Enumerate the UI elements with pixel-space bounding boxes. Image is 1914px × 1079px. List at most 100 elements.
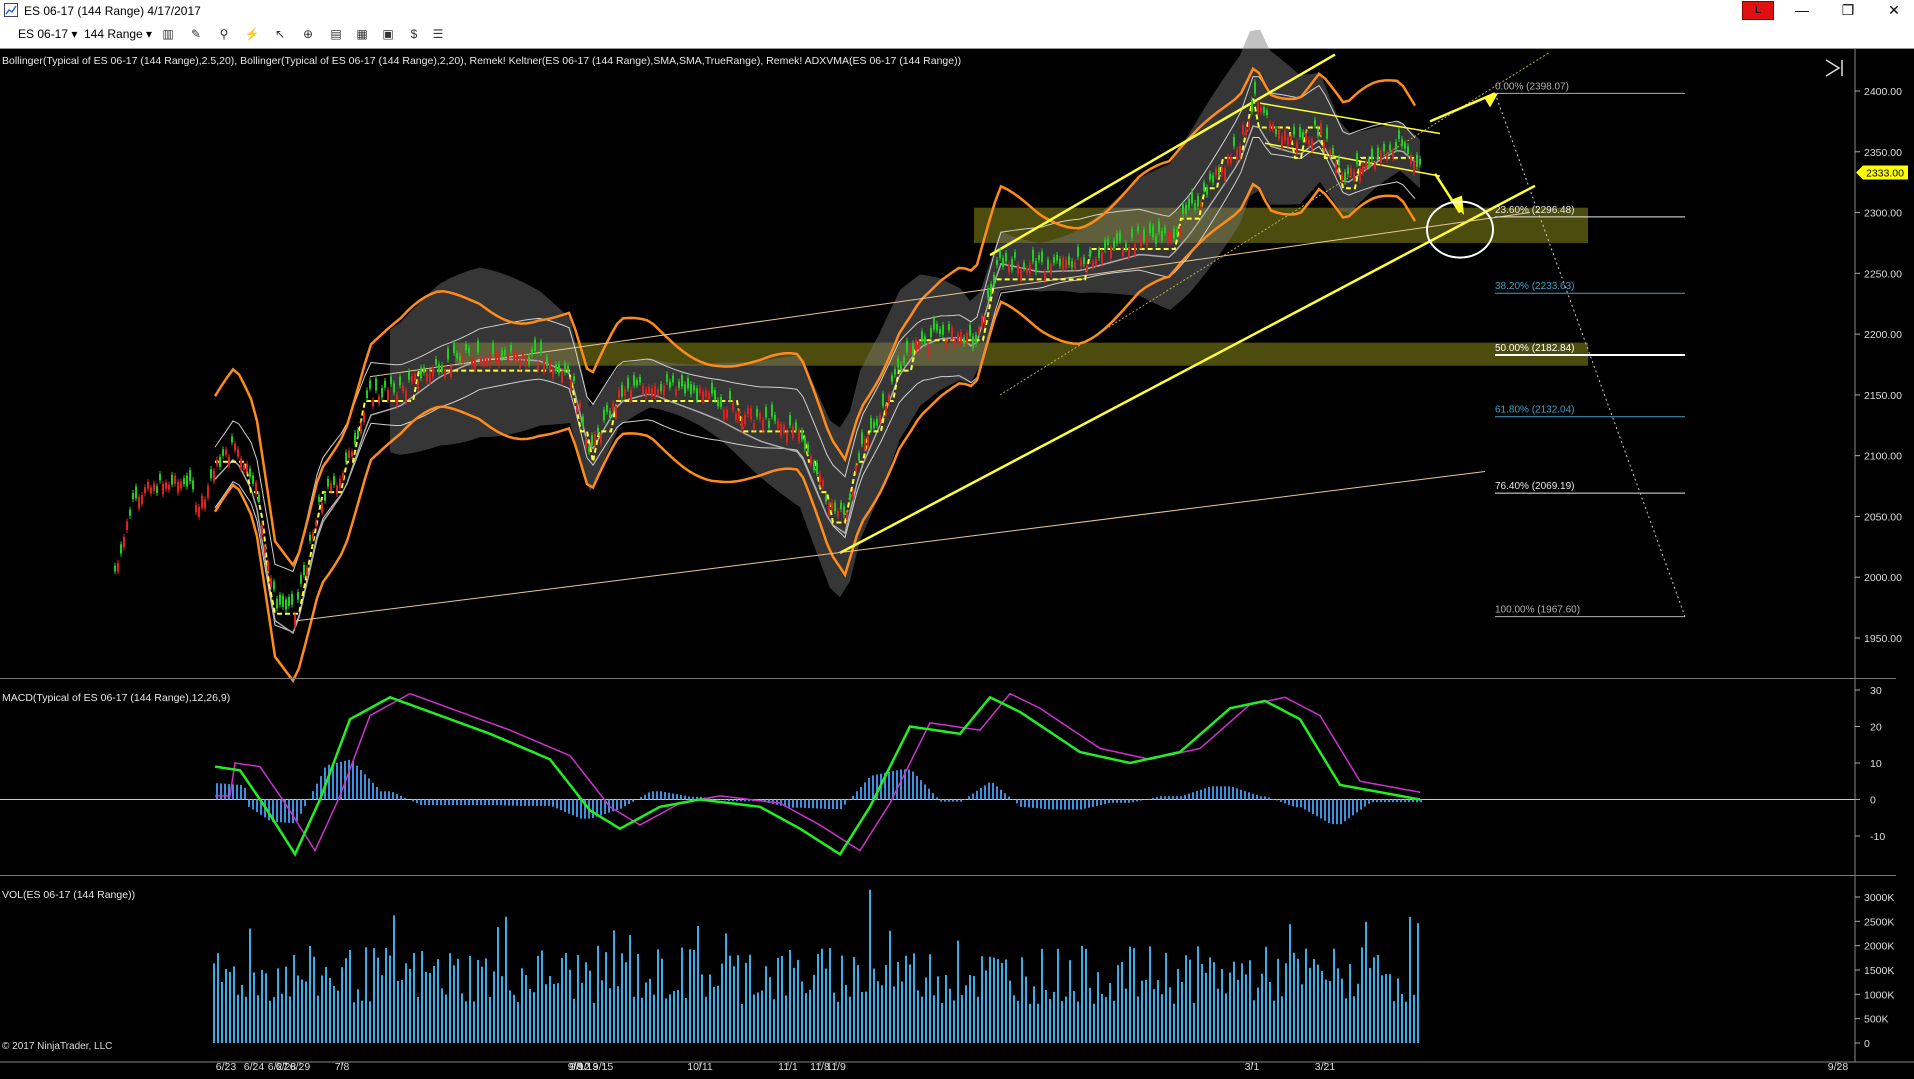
macd-histogram-bar (508, 799, 510, 806)
macd-histogram-bar (936, 797, 938, 800)
volume-bar (361, 1000, 363, 1043)
volume-bar (233, 966, 235, 1043)
candle (513, 352, 515, 361)
volume-bar (805, 993, 807, 1043)
candle (282, 595, 284, 608)
candle (1038, 255, 1040, 261)
volume-bar (273, 997, 275, 1043)
volume-bar (1221, 969, 1223, 1043)
candle (216, 459, 218, 465)
candle (285, 599, 287, 610)
volume-bar (1145, 980, 1147, 1043)
volume-bar (473, 1001, 475, 1043)
macd-histogram-bar (1324, 799, 1326, 821)
volume-bar (553, 983, 555, 1043)
macd-histogram-bar (1296, 799, 1298, 808)
volume-bar (1217, 988, 1219, 1043)
volume-bar (773, 999, 775, 1043)
candle (717, 400, 719, 407)
volume-bar (1165, 952, 1167, 1043)
scroll-to-end-icon[interactable] (1823, 58, 1845, 78)
macd-histogram-bar (1184, 794, 1186, 800)
macd-histogram-bar (788, 799, 790, 808)
candle (756, 408, 758, 417)
candle (1392, 150, 1394, 159)
volume-bar (881, 985, 883, 1043)
volume-bar (1309, 967, 1311, 1043)
volume-bar (341, 967, 343, 1043)
macd-histogram-bar (976, 790, 978, 800)
candle (306, 567, 308, 576)
macd-histogram-bar (376, 787, 378, 800)
macd-histogram-bar (1008, 796, 1010, 800)
macd-histogram-bar (1232, 787, 1234, 800)
candle (495, 351, 497, 362)
volume-tick-label: 1500K (1864, 965, 1894, 977)
candle (141, 494, 143, 504)
volume-bar (617, 986, 619, 1043)
volume-bar (401, 979, 403, 1043)
panel-divider[interactable] (0, 875, 1896, 876)
candle (1233, 136, 1235, 147)
candle (1071, 261, 1073, 268)
volume-bar (825, 968, 827, 1043)
volume-bar (1209, 957, 1211, 1043)
candle (450, 366, 452, 378)
price-tick-label: 2300.00 (1864, 208, 1902, 220)
candle (1008, 264, 1010, 273)
panel-divider[interactable] (0, 678, 1896, 679)
candle (1263, 107, 1265, 113)
volume-tick-label: 2000K (1864, 941, 1894, 953)
macd-histogram-bar (328, 764, 330, 800)
candle (840, 502, 842, 510)
macd-histogram-bar (568, 799, 570, 814)
candle (732, 403, 734, 411)
macd-histogram-bar (228, 784, 230, 800)
volume-bar (1161, 994, 1163, 1043)
volume-bar (1149, 946, 1151, 1043)
volume-bar (1389, 974, 1391, 1043)
macd-histogram-bar (836, 799, 838, 810)
candle (546, 357, 548, 367)
macd-histogram-bar (660, 791, 662, 800)
macd-histogram-bar (924, 784, 926, 800)
candle (735, 413, 737, 420)
volume-bar (365, 947, 367, 1043)
candle (540, 341, 542, 353)
volume-bar (477, 959, 479, 1043)
candle (1353, 171, 1355, 180)
volume-bar (1241, 963, 1243, 1043)
candle (1398, 130, 1400, 140)
candle (1308, 139, 1310, 145)
candle (399, 376, 401, 386)
volume-bar (289, 996, 291, 1043)
macd-histogram-bar (920, 780, 922, 800)
volume-bar (1197, 946, 1199, 1043)
volume-bar (669, 994, 671, 1043)
price-chart[interactable]: 0.00% (2398.07) 23.60% (2296.48) 38.20% (2… (0, 0, 1914, 1079)
candle (843, 506, 845, 515)
volume-bar (1325, 979, 1327, 1043)
candle (1137, 226, 1139, 232)
volume-bar (885, 964, 887, 1043)
volume-bar (417, 997, 419, 1043)
candle (273, 581, 275, 590)
macd-histogram-bar (1396, 799, 1398, 803)
candle (1269, 122, 1271, 129)
macd-histogram-bar (724, 799, 726, 801)
volume-bar (345, 958, 347, 1043)
volume-bar (369, 1001, 371, 1043)
candle (912, 343, 914, 355)
volume-bar (869, 889, 871, 1043)
volume-bar (1409, 916, 1411, 1043)
volume-bar (593, 1002, 595, 1043)
macd-histogram-bar (360, 769, 362, 800)
macd-histogram-bar (732, 799, 734, 802)
macd-histogram-bar (908, 769, 910, 800)
macd-histogram-bar (1004, 793, 1006, 800)
macd-histogram-bar (1336, 799, 1338, 825)
macd-histogram-bar (1244, 791, 1246, 800)
macd-histogram-bar (1372, 799, 1374, 803)
macd-histogram-bar (312, 791, 314, 800)
macd-tick-label: 10 (1870, 758, 1882, 770)
